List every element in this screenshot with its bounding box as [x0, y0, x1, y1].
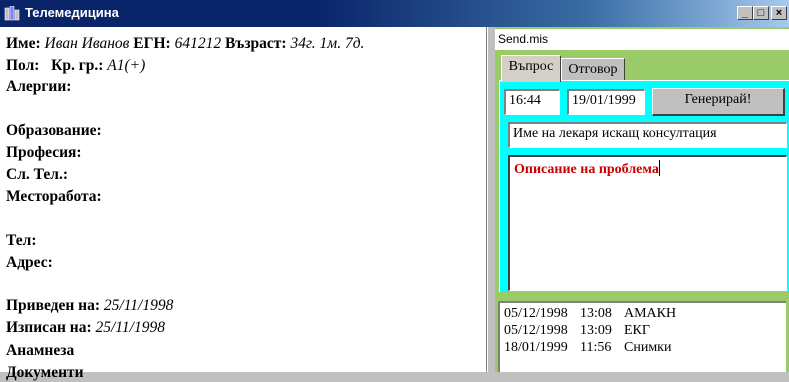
history-list[interactable]: 05/12/1998 13:08 АМАКН 05/12/1998 13:09 ЕКГ …	[498, 301, 786, 372]
list-item-date: 18/01/1999	[504, 340, 568, 355]
name-value: Иван Иванов	[44, 35, 130, 52]
problem-text: Описание на проблема	[514, 162, 659, 177]
splitter[interactable]	[487, 27, 495, 372]
age-value: 34г. 1м. 7д.	[290, 35, 365, 52]
documents-label: Документи	[6, 364, 84, 381]
list-item[interactable]: 18/01/1999 11:56 Снимки	[504, 340, 671, 356]
admitted-row: Приведен на: 25/11/1998	[6, 297, 173, 315]
name-row: Име: Иван Иванов ЕГН: 641212 Възраст: 34…	[6, 35, 364, 53]
list-item-date: 05/12/1998	[504, 323, 568, 338]
patient-record: Име: Иван Иванов ЕГН: 641212 Възраст: 34…	[0, 27, 487, 381]
allergies-label: Алергии:	[6, 78, 72, 95]
list-item-time: 13:08	[580, 306, 612, 321]
minimize-button[interactable]: _	[737, 6, 753, 20]
consult-panel: Send.mis Въпрос Отговор 16:44 19/01/1999…	[495, 27, 789, 295]
name-label: Име:	[6, 35, 41, 52]
list-item[interactable]: 05/12/1998 13:08 АМАКН	[504, 306, 676, 322]
date-input[interactable]: 19/01/1999	[567, 89, 645, 115]
list-item-name: ЕКГ	[624, 323, 650, 338]
list-item-date: 05/12/1998	[504, 306, 568, 321]
maximize-button[interactable]: □	[753, 6, 769, 20]
window-title: Телемедицина	[25, 5, 119, 20]
discharged-row: Изписан на: 25/11/1998	[6, 319, 165, 337]
admitted-value: 25/11/1998	[103, 297, 174, 314]
text-caret	[658, 160, 660, 176]
phone-label: Тел:	[6, 232, 37, 249]
profession-label: Професия:	[6, 144, 82, 161]
list-item-name: АМАКН	[624, 306, 677, 321]
work-phone-label: Сл. Тел.:	[6, 166, 68, 183]
egn-label: ЕГН:	[133, 35, 171, 52]
title-bar[interactable]: Телемедицина _ □ ×	[0, 0, 789, 27]
generate-button[interactable]: Генерирай!	[652, 88, 785, 116]
sex-blood-row: Пол: Кр. гр.: A1(+)	[6, 57, 145, 75]
tab-answer[interactable]: Отговор	[561, 58, 625, 82]
close-button[interactable]: ×	[771, 6, 787, 20]
time-input[interactable]: 16:44	[504, 89, 560, 115]
minimize-icon: _	[741, 7, 749, 19]
discharged-label: Изписан на:	[6, 319, 92, 336]
history-panel: 05/12/1998 13:08 АМАКН 05/12/1998 13:09 ЕКГ …	[495, 295, 789, 372]
workplace-label: Месторабота:	[6, 188, 102, 205]
admitted-label: Приведен на:	[6, 297, 101, 314]
app-icon	[4, 6, 20, 21]
sex-label: Пол:	[6, 57, 40, 74]
list-item-time: 11:56	[580, 340, 612, 355]
problem-description-textarea[interactable]: Описание на проблема	[508, 155, 787, 291]
list-item[interactable]: 05/12/1998 13:09 ЕКГ	[504, 323, 650, 339]
filename-field[interactable]: Send.mis	[495, 29, 789, 50]
address-label: Адрес:	[6, 254, 53, 271]
tab-question[interactable]: Въпрос	[501, 55, 561, 82]
egn-value: 641212	[174, 35, 222, 52]
blood-label: Кр. гр.:	[51, 57, 104, 74]
list-item-time: 13:09	[580, 323, 612, 338]
blood-value: A1(+)	[107, 57, 146, 74]
doctor-name-input[interactable]: Име на лекаря искащ консултация	[508, 122, 787, 148]
anamnesis-label: Анамнеза	[6, 342, 75, 359]
maximize-icon: □	[757, 7, 765, 19]
list-item-name: Снимки	[624, 340, 672, 355]
education-label: Образование:	[6, 122, 102, 139]
age-label: Възраст:	[224, 35, 287, 52]
discharged-value: 25/11/1998	[95, 319, 165, 336]
question-tab-panel: 16:44 19/01/1999 Генерирай! Име на лекар…	[499, 80, 789, 292]
close-icon: ×	[775, 7, 783, 19]
